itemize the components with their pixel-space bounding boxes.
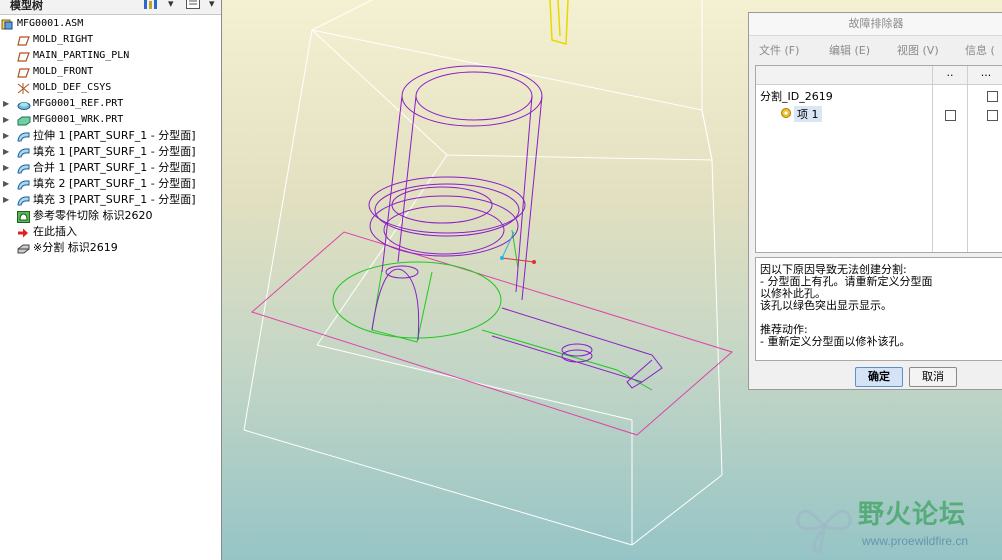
model-tree-panel: 模型树 ▾ ▾ MFG0001.ASM MOLD_RIGHT MAIN_PARTIN… [0,0,222,560]
surface-icon [17,179,30,190]
troubleshooter-dialog: 故障排除器 文件 (F) 编辑 (E) 视图 (V) 信息 ( .. ... 分… [748,12,1002,390]
workpiece-icon [17,115,31,126]
model-tree-header: 模型树 ▾ ▾ [0,0,221,15]
message-line: - 重新定义分型面以修补该孔。 [760,335,911,348]
expand-arrow-icon[interactable]: ▶ [3,192,9,208]
model-tree-list: MFG0001.ASM MOLD_RIGHT MAIN_PARTING_PLN MOL… [0,16,221,256]
tree-item[interactable]: ▶ MFG0001_WRK.PRT [0,112,221,128]
datum-plane-icon [17,51,30,62]
chevron-down-icon[interactable]: ▾ [168,0,174,10]
column-header-1[interactable]: .. [933,66,967,85]
datum-plane-icon [17,35,30,46]
chevron-down-icon[interactable]: ▾ [209,0,215,10]
tree-item-label: 填充 2 [PART_SURF_1 - 分型面] [33,177,196,190]
tree-item-label: 填充 1 [PART_SURF_1 - 分型面] [33,145,196,158]
tree-item[interactable]: ※分割 标识2619 [0,240,221,256]
tree-item-label: MFG0001.ASM [17,18,84,29]
expand-arrow-icon[interactable]: ▶ [3,144,9,160]
tree-item-label: 合并 1 [PART_SURF_1 - 分型面] [33,161,196,174]
tree-item[interactable]: ▶ 填充 3 [PART_SURF_1 - 分型面] [0,192,221,208]
cut-icon [17,211,30,223]
menu-edit[interactable]: 编辑 (E) [829,42,870,58]
tree-item-split[interactable]: 分割_ID_2619 [760,88,833,104]
tree-item-label: MOLD_FRONT [33,66,94,77]
surface-icon [17,195,30,206]
tree-settings-icon[interactable] [143,0,159,12]
expand-arrow-icon[interactable]: ▶ [3,112,9,128]
tree-item-label: 参考零件切除 标识2620 [33,209,153,222]
butterfly-logo-icon [796,509,852,554]
tree-item-label: 在此插入 [33,225,77,238]
menu-info[interactable]: 信息 ( [965,42,995,58]
coordinate-system-icon [17,83,30,94]
axis-triad [500,231,536,264]
dialog-title: 故障排除器 [749,13,1002,36]
forum-watermark: 野火论坛 www.proewildfire.cn [792,494,1000,558]
hole-highlight [332,229,653,391]
item-status-icon [780,107,792,119]
surface-icon [17,163,30,174]
surface-icon [17,131,30,142]
tree-item[interactable]: MOLD_DEF_CSYS [0,80,221,96]
part-icon [17,99,31,110]
tree-item[interactable]: MOLD_RIGHT [0,32,221,48]
column-header-name[interactable] [756,66,932,85]
dialog-menubar: 文件 (F) 编辑 (E) 视图 (V) 信息 ( [749,36,1002,62]
menu-file[interactable]: 文件 (F) [759,42,799,58]
watermark-url: www.proewildfire.cn [862,534,969,548]
tree-item-label: ※分割 标识2619 [33,241,118,254]
issue-tree-table: .. ... 分割_ID_2619 项 1 [755,65,1002,253]
tree-item-label: MFG0001_WRK.PRT [33,114,124,125]
tree-item[interactable]: ▶ 填充 2 [PART_SURF_1 - 分型面] [0,176,221,192]
checkbox[interactable] [987,110,998,121]
tree-item-label: MOLD_DEF_CSYS [33,82,112,93]
cancel-button[interactable]: 取消 [909,367,957,387]
tree-item[interactable]: ▶ 合并 1 [PART_SURF_1 - 分型面] [0,160,221,176]
checkbox[interactable] [945,110,956,121]
datum-feature [549,0,569,45]
split-icon [17,243,30,254]
assembly-icon [1,19,13,30]
watermark-title: 野火论坛 [858,500,967,530]
tree-item-1[interactable]: 项 1 [794,106,822,122]
tree-item[interactable]: ▶ 填充 1 [PART_SURF_1 - 分型面] [0,144,221,160]
model-tree-title: 模型树 [10,0,43,12]
tree-filter-icon[interactable] [186,0,200,12]
expand-arrow-icon[interactable]: ▶ [3,96,9,112]
insert-here-arrow-icon [17,227,29,238]
tree-item-label: MOLD_RIGHT [33,34,94,45]
expand-arrow-icon[interactable]: ▶ [3,128,9,144]
surface-icon [17,147,30,158]
datum-plane-icon [17,67,30,78]
tree-item-label: MAIN_PARTING_PLN [33,50,130,61]
workpiece-edges [243,0,723,546]
message-line: 该孔以绿色突出显示显示。 [760,299,892,312]
tree-item[interactable]: MAIN_PARTING_PLN [0,48,221,64]
tree-item-label: MFG0001_REF.PRT [33,98,124,109]
tree-item[interactable]: 参考零件切除 标识2620 [0,208,221,224]
tree-item[interactable]: MFG0001.ASM [0,16,221,32]
parting-surface [251,231,734,436]
tree-item[interactable]: 在此插入 [0,224,221,240]
checkbox[interactable] [987,91,998,102]
expand-arrow-icon[interactable]: ▶ [3,176,9,192]
tree-item[interactable]: MOLD_FRONT [0,64,221,80]
tree-item-label: 拉伸 1 [PART_SURF_1 - 分型面] [33,129,196,142]
tree-item-label: 填充 3 [PART_SURF_1 - 分型面] [33,193,196,206]
column-header-2[interactable]: ... [968,66,1002,85]
ok-button[interactable]: 确定 [855,367,903,387]
message-area: 因以下原因导致无法创建分割: - 分型面上有孔。请重新定义分型面 以修补此孔。 该孔… [755,257,1002,361]
menu-view[interactable]: 视图 (V) [897,42,939,58]
tree-item[interactable]: ▶ 拉伸 1 [PART_SURF_1 - 分型面] [0,128,221,144]
expand-arrow-icon[interactable]: ▶ [3,160,9,176]
tree-item[interactable]: ▶ MFG0001_REF.PRT [0,96,221,112]
